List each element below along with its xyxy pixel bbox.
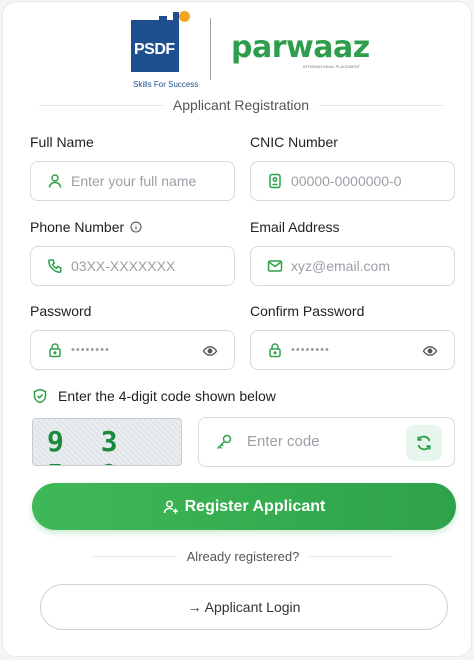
already-registered-row: Already registered? xyxy=(93,546,394,566)
info-icon[interactable] xyxy=(130,221,142,233)
email-field[interactable]: xyz@email.com xyxy=(250,246,455,286)
full-name-field[interactable]: Enter your full name xyxy=(30,161,235,201)
captcha-prompt: Enter the 4-digit code shown below xyxy=(32,388,276,404)
captcha-code-placeholder: Enter code xyxy=(247,433,320,450)
applicant-login-button[interactable]: → Applicant Login xyxy=(40,584,448,630)
mail-icon xyxy=(267,260,283,272)
phone-field[interactable]: 03XX-XXXXXXX xyxy=(30,246,235,286)
full-name-label: Full Name xyxy=(30,134,94,150)
captcha-prompt-text: Enter the 4-digit code shown below xyxy=(58,388,276,404)
captcha-code-field[interactable]: Enter code xyxy=(198,417,455,467)
psdf-logo: PSDF Skills For Success xyxy=(131,8,199,92)
cnic-label: CNIC Number xyxy=(250,134,338,150)
section-heading: Applicant Registration xyxy=(39,95,443,115)
phone-icon xyxy=(48,259,62,273)
section-title: Applicant Registration xyxy=(172,97,310,113)
lock-icon xyxy=(269,343,281,358)
confirm-password-field[interactable]: •••••••• xyxy=(250,330,455,370)
refresh-icon xyxy=(417,435,431,451)
eye-icon[interactable] xyxy=(422,343,438,359)
user-plus-icon xyxy=(163,499,178,513)
captcha-digits: 9 3 5 9 xyxy=(47,425,128,465)
phone-label: Phone Number xyxy=(30,219,142,235)
password-field[interactable]: •••••••• xyxy=(30,330,235,370)
register-button-label: Register Applicant xyxy=(184,497,326,515)
user-icon xyxy=(48,174,62,188)
applicant-login-label: → Applicant Login xyxy=(187,599,301,615)
cnic-placeholder: 00000-0000000-0 xyxy=(291,173,402,189)
logo-separator xyxy=(210,18,211,80)
registration-card: PSDF Skills For Success parwaaz INTERNAT… xyxy=(2,1,472,657)
key-icon xyxy=(216,434,232,450)
captcha-image: 9 3 5 9 xyxy=(32,418,182,466)
confirm-password-label: Confirm Password xyxy=(250,303,365,319)
register-button[interactable]: Register Applicant xyxy=(32,483,456,530)
password-placeholder: •••••••• xyxy=(71,344,110,356)
phone-placeholder: 03XX-XXXXXXX xyxy=(71,258,176,274)
password-label: Password xyxy=(30,303,92,319)
lock-icon xyxy=(49,343,61,358)
cnic-field[interactable]: 00000-0000000-0 xyxy=(250,161,455,201)
already-registered-text: Already registered? xyxy=(186,548,300,564)
email-placeholder: xyz@email.com xyxy=(291,258,391,274)
psdf-logo-text: PSDF xyxy=(134,41,175,58)
confirm-password-placeholder: •••••••• xyxy=(291,344,330,356)
refresh-captcha-button[interactable] xyxy=(406,425,442,461)
shield-icon xyxy=(33,388,47,404)
eye-icon[interactable] xyxy=(202,343,218,359)
parwaaz-logo: parwaaz xyxy=(231,30,370,65)
parwaaz-subtitle: INTERNATIONAL PLACEMENT xyxy=(303,64,361,69)
full-name-placeholder: Enter your full name xyxy=(71,173,197,189)
id-card-icon xyxy=(269,173,281,189)
email-label: Email Address xyxy=(250,219,340,235)
psdf-tagline: Skills For Success xyxy=(133,80,199,89)
logo-dot xyxy=(179,11,190,22)
